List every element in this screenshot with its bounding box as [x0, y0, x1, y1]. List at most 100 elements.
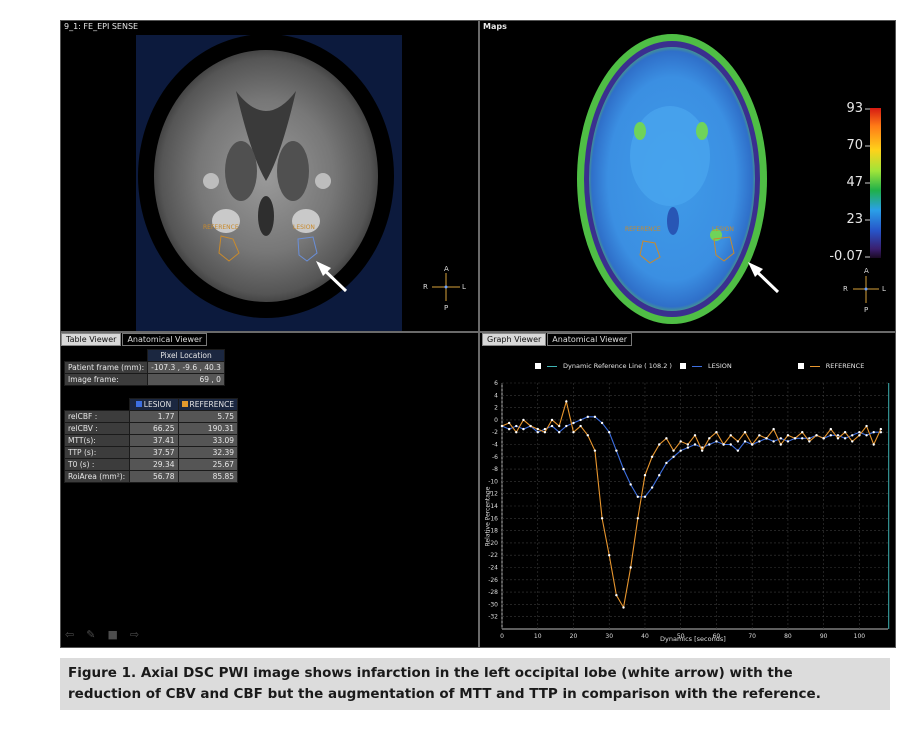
- forward-arrow-icon[interactable]: ⇨: [130, 628, 139, 641]
- data-point-lesion: [729, 443, 732, 446]
- y-axis-label: Relative Percentage: [484, 486, 492, 547]
- data-point-reference: [557, 424, 561, 428]
- colorbar-tick-23: 23: [846, 212, 863, 227]
- y-tick-label: -26: [488, 577, 498, 584]
- anatomical-image-pane[interactable]: 9_1: FE_EPI SENSE REFERENCE LESION A P R…: [61, 21, 478, 331]
- data-point-lesion: [579, 418, 582, 422]
- row-label: RoiArea (mm²):: [64, 470, 130, 483]
- orientation-l: L: [462, 283, 466, 291]
- col-reference-label: REFERENCE: [189, 400, 235, 409]
- data-point-lesion: [693, 443, 697, 446]
- data-point-lesion: [851, 434, 854, 437]
- data-point-reference: [515, 431, 518, 434]
- lesion-value: 1.77: [128, 410, 179, 423]
- data-point-lesion: [779, 437, 782, 440]
- colorbar: [870, 108, 881, 258]
- data-point-lesion: [586, 415, 589, 419]
- data-point-reference: [865, 424, 868, 428]
- data-point-reference: [822, 437, 825, 440]
- data-point-reference: [743, 431, 747, 434]
- lesion-value: 37.41: [128, 434, 179, 447]
- data-point-reference: [543, 431, 547, 434]
- orientation-p: P: [864, 306, 869, 314]
- orientation-indicator-map: A P R L: [843, 267, 886, 314]
- data-point-reference: [658, 443, 661, 446]
- y-tick-label: -8: [492, 466, 498, 473]
- y-tick-label: -4: [492, 442, 498, 449]
- data-point-reference: [522, 418, 525, 422]
- colorbar-tick-93: 93: [846, 101, 863, 116]
- data-point-reference: [879, 427, 883, 431]
- data-point-lesion: [557, 431, 561, 434]
- pixel-location-header: Pixel Location: [147, 349, 225, 362]
- x-tick-label: 80: [784, 633, 792, 640]
- perfusion-results-table: LESION REFERENCE relCBF : 1.77 5.75 relC…: [64, 398, 239, 483]
- reference-value: 85.85: [177, 470, 239, 483]
- image-frame-value: 69 , 0: [147, 373, 225, 386]
- lesion-value: 37.57: [128, 446, 179, 459]
- data-point-reference: [686, 443, 690, 446]
- data-point-lesion: [665, 461, 668, 465]
- y-tick-label: -22: [488, 552, 498, 559]
- data-point-reference: [529, 424, 532, 428]
- lesion-value: 66.25: [128, 422, 179, 435]
- data-point-lesion: [600, 421, 604, 425]
- brain-image[interactable]: [61, 21, 478, 331]
- data-point-lesion: [650, 486, 654, 489]
- orientation-p: P: [444, 304, 449, 312]
- data-point-reference: [700, 449, 704, 452]
- data-point-lesion: [772, 440, 775, 443]
- data-point-lesion: [829, 434, 833, 437]
- data-point-lesion: [507, 427, 511, 431]
- maps-pane[interactable]: Maps 93 70 47 23 -0.07 REFERENCE LESION …: [480, 21, 895, 331]
- signal-time-chart[interactable]: 6420-2-4-6-8-10-12-14-16-18-20-22-24-26-…: [480, 347, 895, 647]
- row-label: T0 (s) :: [64, 458, 130, 471]
- data-point-reference: [750, 443, 754, 446]
- data-point-reference: [808, 440, 811, 443]
- data-point-reference: [722, 443, 725, 446]
- table-row: TTP (s): 37.57 32.39: [64, 446, 239, 459]
- data-point-reference: [836, 437, 840, 440]
- y-tick-label: 6: [494, 380, 498, 387]
- data-point-reference: [786, 434, 790, 437]
- data-point-reference: [507, 421, 511, 425]
- reference-value: 5.75: [177, 410, 239, 423]
- stop-icon[interactable]: ■: [107, 628, 117, 641]
- tab-anatomical-viewer-graph[interactable]: Anatomical Viewer: [547, 333, 633, 346]
- colorbar-tick-70: 70: [846, 138, 863, 153]
- orientation-a: A: [444, 265, 449, 273]
- row-label: MTT(s):: [64, 434, 130, 447]
- data-point-lesion: [608, 431, 611, 434]
- table-row: RoiArea (mm²): 56.78 85.85: [64, 470, 239, 483]
- data-point-reference: [715, 431, 718, 434]
- data-point-reference: [765, 437, 768, 440]
- orientation-a: A: [864, 267, 869, 275]
- data-point-reference: [643, 474, 647, 477]
- data-point-lesion: [715, 440, 718, 443]
- data-point-reference: [636, 517, 640, 520]
- data-point-lesion: [679, 449, 682, 452]
- data-point-lesion: [593, 415, 597, 419]
- data-point-reference: [729, 434, 732, 437]
- tab-anatomical-viewer[interactable]: Anatomical Viewer: [122, 333, 208, 346]
- caption-line-1: Figure 1. Axial DSC PWI image shows infa…: [68, 665, 793, 681]
- tab-table-viewer[interactable]: Table Viewer: [61, 333, 122, 346]
- data-point-reference: [629, 566, 632, 569]
- patient-frame-value: -107.3 , -9.6 , 40.3: [147, 361, 225, 374]
- roi-label-reference-map: REFERENCE: [625, 226, 661, 233]
- data-point-lesion: [758, 440, 761, 443]
- data-point-reference: [772, 427, 775, 431]
- patient-frame-label: Patient frame (mm):: [63, 361, 149, 374]
- viewer-window: 9_1: FE_EPI SENSE REFERENCE LESION A P R…: [60, 20, 896, 648]
- tab-graph-viewer[interactable]: Graph Viewer: [482, 333, 547, 346]
- row-label: TTP (s):: [64, 446, 130, 459]
- back-arrow-icon[interactable]: ⇦: [65, 628, 74, 641]
- y-tick-label: -10: [488, 478, 498, 485]
- data-point-reference: [608, 554, 611, 557]
- colorbar-tick-47: 47: [846, 175, 863, 190]
- y-tick-label: 2: [494, 405, 498, 412]
- data-point-reference: [593, 449, 597, 452]
- data-point-lesion: [801, 437, 804, 440]
- perfusion-map-image[interactable]: [480, 21, 895, 331]
- pencil-icon[interactable]: ✎: [86, 628, 95, 641]
